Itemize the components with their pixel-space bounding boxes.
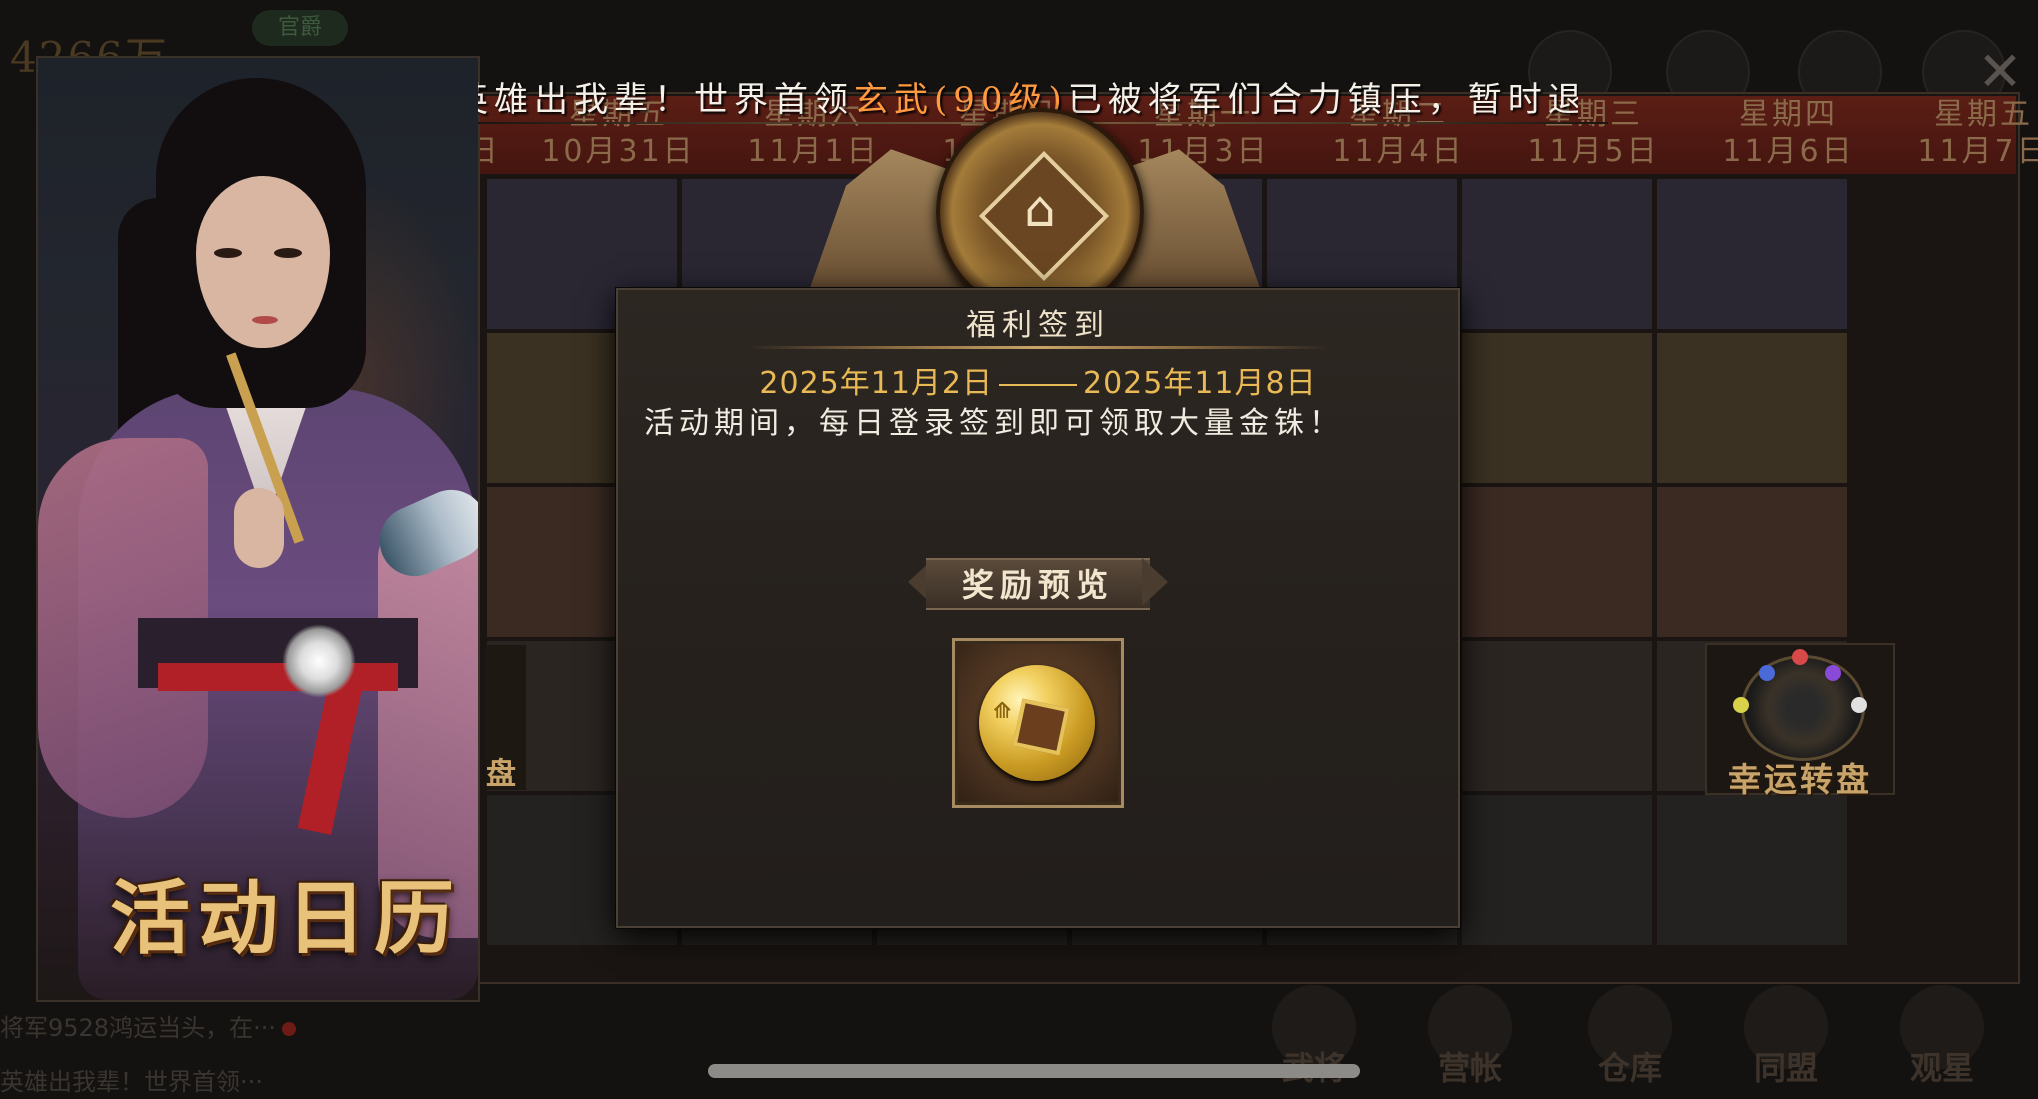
calendar-cell[interactable] (1656, 486, 1848, 638)
calendar-cell[interactable] (1461, 486, 1653, 638)
flower-ornament-icon (282, 624, 356, 698)
date-label: 10月31日 (541, 134, 696, 169)
date-end: 2025年11月8日 (1083, 366, 1317, 401)
gem-icon (1733, 697, 1749, 713)
gem-icon (1825, 665, 1841, 681)
weekday-label: 星期四 (1739, 97, 1838, 132)
gem-icon (1759, 665, 1775, 681)
calendar-day-header: 星期四 11月6日 (1691, 98, 1886, 172)
calendar-cell[interactable] (1461, 794, 1653, 946)
notification-dot-icon (281, 1022, 296, 1036)
calendar-cell[interactable] (1461, 178, 1653, 330)
home-indicator[interactable] (708, 1064, 1360, 1078)
reward-preview-banner: 奖励预览 (908, 554, 1168, 610)
gem-icon (1851, 697, 1867, 713)
calendar-day-header: 星期五 11月7日 (1886, 98, 2038, 172)
calendar-cell[interactable] (1461, 640, 1653, 792)
dialog-title: 福利签到 (966, 308, 1110, 343)
date-label: 11月5日 (1527, 134, 1660, 169)
nav-warehouse[interactable]: 仓库 (1570, 985, 1690, 1089)
date-dash (999, 383, 1077, 386)
date-label: 11月4日 (1332, 134, 1465, 169)
nav-stargazing[interactable]: 观星 (1882, 985, 2002, 1089)
nav-alliance[interactable]: 同盟 (1726, 985, 1846, 1089)
calendar-cell[interactable] (1461, 332, 1653, 484)
date-label: 11月6日 (1722, 134, 1855, 169)
calendar-cell[interactable] (1656, 332, 1848, 484)
gold-coin-icon: ⟰ (979, 665, 1095, 781)
calendar-cell[interactable] (1656, 794, 1848, 946)
gem-icon (1792, 649, 1808, 665)
reward-item-slot[interactable]: ⟰ (952, 638, 1124, 808)
lucky-wheel-event[interactable]: 幸运转盘 (1705, 643, 1895, 799)
rank-badge[interactable]: 官爵 (252, 10, 348, 46)
date-label: 11月7日 (1917, 134, 2038, 169)
welfare-signin-dialog: 福利签到 2025年11月2日 2025年11月8日 活动期间，每日登录签到即可领… (616, 288, 1460, 928)
event-description: 活动期间，每日登录签到即可领取大量金铢！ (644, 406, 1344, 441)
weekday-label: 星期五 (1934, 97, 2033, 132)
chat-line[interactable]: 英雄出我辈！世界首领··· (0, 1062, 263, 1097)
event-date-range: 2025年11月2日 2025年11月8日 (618, 358, 1458, 402)
character-panel: 活动日历 (36, 56, 480, 1002)
panel-title: 活动日历 (110, 871, 462, 965)
date-start: 2025年11月2日 (759, 366, 993, 401)
nav-camp[interactable]: 营帐 (1410, 985, 1530, 1089)
chat-line[interactable]: 将军9528鸿运当头，在··· (0, 1008, 296, 1043)
calendar-event-cell[interactable]: 盘 (486, 645, 526, 792)
calendar-cell[interactable] (1656, 178, 1848, 330)
title-divider (748, 346, 1328, 349)
pavilion-emblem-icon: ⌂ (936, 108, 1144, 316)
